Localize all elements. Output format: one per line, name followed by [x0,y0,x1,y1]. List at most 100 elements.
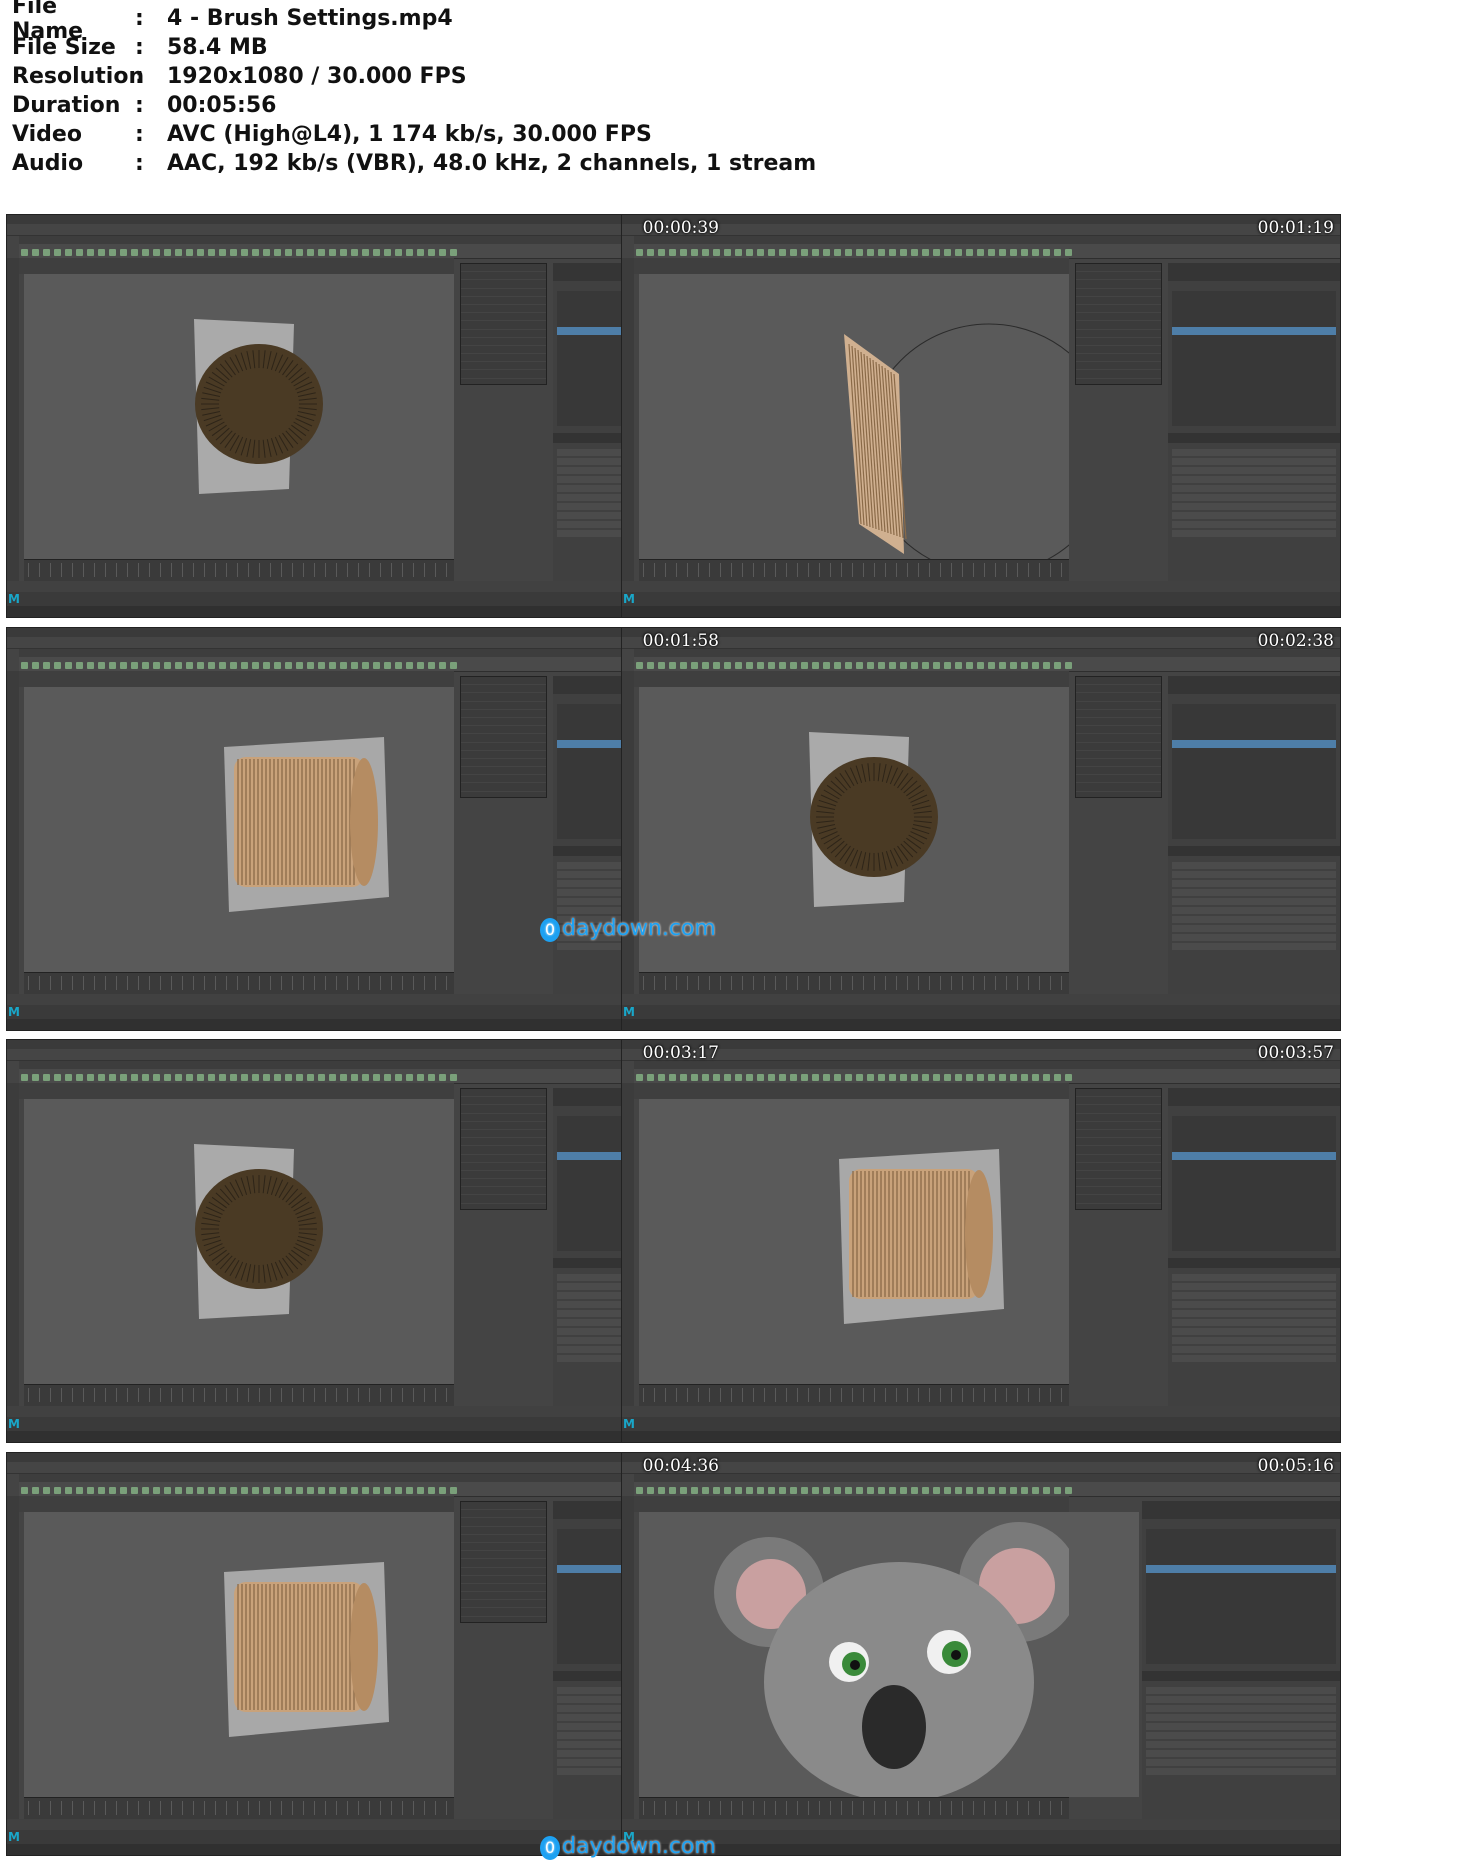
selected-layer[interactable] [1172,327,1336,335]
range-slider[interactable] [7,1406,725,1417]
viewport-toolbar[interactable] [19,1496,454,1512]
brush-menu[interactable] [460,1501,547,1625]
viewport[interactable] [639,1512,1139,1802]
viewport[interactable] [24,1512,454,1797]
brush-menu[interactable] [1075,263,1162,387]
xgen-editor-panel[interactable] [1142,1501,1340,1847]
time-slider[interactable] [24,1797,454,1820]
menu-bar[interactable] [7,1040,725,1049]
status-line[interactable] [622,224,1340,236]
brush-menu[interactable] [460,263,547,387]
shelf[interactable] [634,244,1340,259]
tool-box[interactable] [7,258,19,605]
viewport-toolbar[interactable] [634,1083,1069,1099]
menu-bar[interactable] [622,628,1340,637]
shelf[interactable] [19,1069,725,1084]
status-line[interactable] [7,637,725,649]
tool-box[interactable] [7,1496,19,1843]
shelf-tabs[interactable] [19,1474,725,1482]
status-line[interactable] [7,1049,725,1061]
tool-settings[interactable] [1142,1685,1340,1777]
command-line[interactable] [7,592,725,606]
menu-bar[interactable] [7,1453,725,1462]
brush-menu[interactable] [460,676,547,800]
viewport[interactable] [639,1099,1069,1384]
tool-settings[interactable] [1168,1272,1340,1364]
shelf-tabs[interactable] [19,236,725,244]
viewport-toolbar[interactable] [19,671,454,687]
time-slider[interactable] [24,559,454,582]
status-line[interactable] [7,1462,725,1474]
status-line[interactable] [7,224,725,236]
viewport[interactable] [24,274,454,559]
tool-box[interactable] [622,1083,634,1430]
xgen-editor-panel[interactable] [1168,1088,1340,1434]
shelf[interactable] [19,1482,725,1497]
xgen-editor-panel[interactable] [1168,676,1340,1022]
time-slider[interactable] [24,1384,454,1407]
range-slider[interactable] [622,994,1340,1005]
tool-box[interactable] [7,1083,19,1430]
attribute-tabs[interactable] [1168,846,1340,856]
command-line[interactable] [7,1417,725,1431]
status-line[interactable] [622,1049,1340,1061]
command-line[interactable] [622,1830,1340,1844]
viewport[interactable] [639,274,1115,575]
xgen-editor-panel[interactable] [1168,263,1340,609]
command-line[interactable] [7,1005,725,1019]
brush-menu[interactable] [1075,1088,1162,1212]
range-slider[interactable] [7,581,725,592]
viewport-toolbar[interactable] [19,258,454,274]
time-slider[interactable] [639,559,1069,582]
brush-menu[interactable] [460,1088,547,1212]
attribute-tabs[interactable] [1168,1258,1340,1268]
time-slider[interactable] [639,1797,1069,1820]
time-slider[interactable] [24,972,454,995]
tool-box[interactable] [622,671,634,1018]
shelf-tabs[interactable] [19,1061,725,1069]
shelf-tabs[interactable] [634,1061,1340,1069]
viewport[interactable] [24,1099,454,1384]
time-slider[interactable] [639,1384,1069,1407]
range-slider[interactable] [622,1819,1340,1830]
tool-box[interactable] [7,671,19,1018]
command-line[interactable] [622,592,1340,606]
shelf[interactable] [634,657,1340,672]
command-line[interactable] [622,1005,1340,1019]
range-slider[interactable] [622,581,1340,592]
layer-list[interactable] [1172,704,1336,839]
range-slider[interactable] [7,1819,725,1830]
layer-list[interactable] [1172,1116,1336,1251]
shelf-tabs[interactable] [634,649,1340,657]
shelf-tabs[interactable] [19,649,725,657]
attribute-tabs[interactable] [1168,433,1340,443]
attribute-tabs[interactable] [1142,1671,1340,1681]
shelf[interactable] [634,1069,1340,1084]
shelf-tabs[interactable] [634,1474,1340,1482]
viewport-toolbar[interactable] [19,1083,454,1099]
brush-menu[interactable] [1075,676,1162,800]
menu-bar[interactable] [622,1040,1340,1049]
viewport-toolbar[interactable] [634,1496,1069,1512]
menu-bar[interactable] [622,215,1340,224]
shelf-tabs[interactable] [634,236,1340,244]
selected-layer[interactable] [1172,740,1336,748]
time-slider[interactable] [639,972,1069,995]
tool-settings[interactable] [1168,860,1340,952]
range-slider[interactable] [7,994,725,1005]
viewport-toolbar[interactable] [634,671,1069,687]
selected-layer[interactable] [1146,1565,1336,1573]
shelf[interactable] [634,1482,1340,1497]
range-slider[interactable] [622,1406,1340,1417]
tool-box[interactable] [622,258,634,605]
shelf[interactable] [19,244,725,259]
menu-bar[interactable] [7,628,725,637]
menu-bar[interactable] [622,1453,1340,1462]
viewport[interactable] [24,687,454,972]
layer-list[interactable] [1172,291,1336,426]
shelf[interactable] [19,657,725,672]
viewport-toolbar[interactable] [634,258,1069,274]
tool-settings[interactable] [1168,447,1340,539]
status-line[interactable] [622,1462,1340,1474]
selected-layer[interactable] [1172,1152,1336,1160]
